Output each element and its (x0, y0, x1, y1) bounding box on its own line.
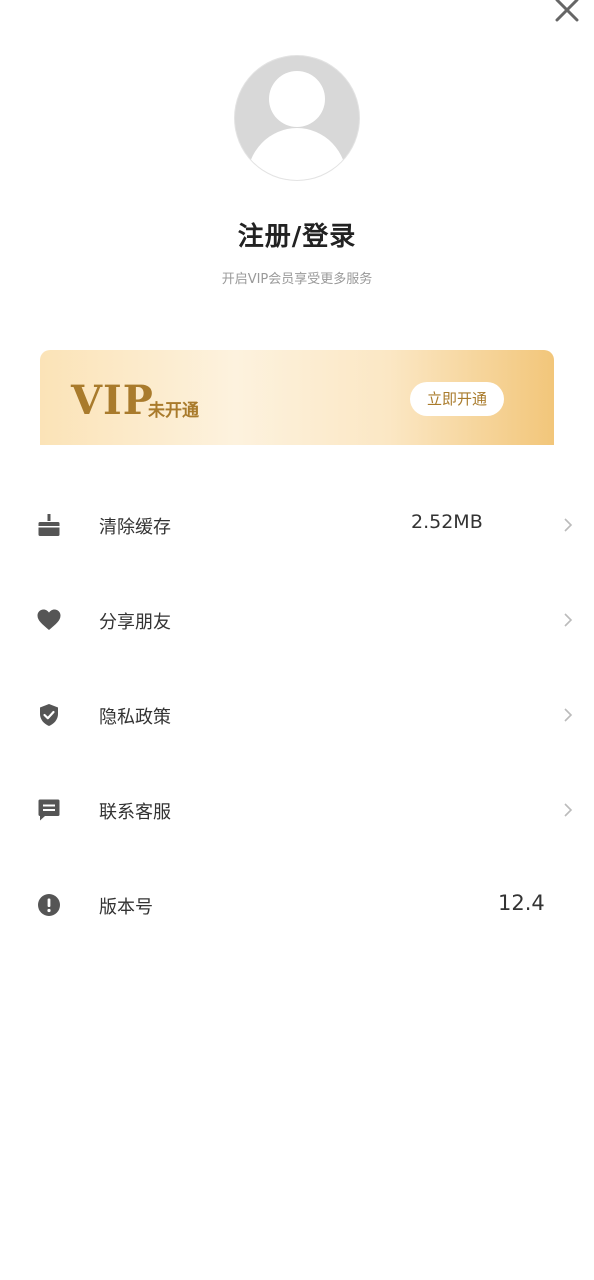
vip-promo-subtitle: 开启VIP会员享受更多服务 (221, 272, 373, 287)
shield-check-icon (40, 704, 58, 726)
menu-label: 隐私政策 (99, 707, 171, 728)
close-button[interactable] (551, 0, 583, 26)
menu-item-contact-support[interactable]: 联系客服 (0, 780, 594, 840)
heart-icon (37, 609, 61, 630)
version-number: 12.4 (498, 891, 545, 915)
menu-item-share-friends[interactable]: 分享朋友 (0, 590, 594, 650)
cache-size-value: 2.52MB (411, 511, 483, 533)
menu-label: 联系客服 (99, 802, 171, 823)
vip-status: 未开通 (148, 401, 199, 421)
menu-item-version: 版本号 12.4 (0, 875, 594, 935)
chevron-right-icon (564, 518, 573, 532)
vip-card[interactable]: VIP 未开通 立即开通 (40, 350, 554, 445)
chevron-right-icon (564, 708, 573, 722)
login-register-title[interactable]: 注册/登录 (0, 216, 594, 253)
profile-page: 注册/登录 开启VIP会员享受更多服务 VIP 未开通 立即开通 清除缓存 2.… (0, 0, 594, 1280)
menu-label: 分享朋友 (99, 612, 171, 633)
chevron-right-icon (564, 613, 573, 627)
chevron-right-icon (564, 803, 573, 817)
cache-icon (38, 514, 60, 536)
info-icon (38, 894, 60, 916)
message-icon (38, 799, 60, 821)
close-icon (555, 0, 579, 22)
default-avatar-icon (247, 71, 347, 180)
activate-vip-button[interactable]: 立即开通 (410, 382, 504, 416)
menu-label: 版本号 (99, 897, 153, 918)
menu-label: 清除缓存 (99, 517, 171, 538)
vip-logo: VIP (71, 377, 154, 424)
menu-item-clear-cache[interactable]: 清除缓存 2.52MB (0, 495, 594, 555)
avatar[interactable] (235, 56, 359, 180)
menu-item-privacy-policy[interactable]: 隐私政策 (0, 685, 594, 745)
